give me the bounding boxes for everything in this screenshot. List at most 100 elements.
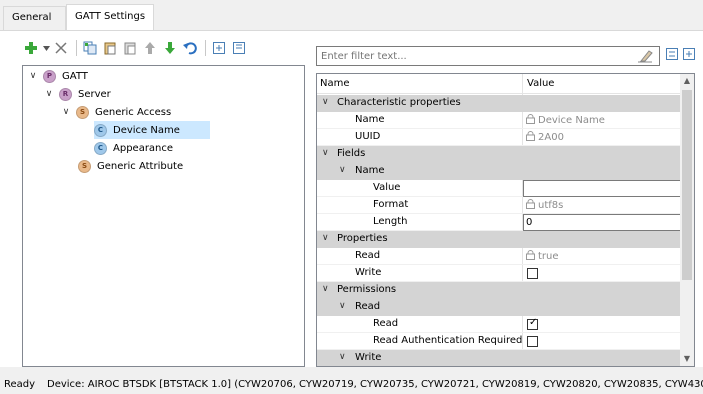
chevron-down-icon[interactable]: ∨ [322,148,329,158]
collapse-all-icon[interactable] [230,39,248,57]
property-value: Device Name [523,112,681,129]
undo-icon[interactable] [181,39,199,57]
tree-node-label: Device Name [113,124,180,136]
property-row-name[interactable]: Name Device Name [317,112,681,129]
service-badge-icon: S [78,159,91,173]
category-fields[interactable]: ∨ Fields [317,146,681,163]
vertical-scrollbar[interactable]: ▲ ▼ [680,74,694,366]
chevron-down-icon[interactable]: ∨ [27,71,39,81]
toolbar-separator [76,40,77,56]
paste-icon[interactable] [101,39,119,57]
property-row-permission-read[interactable]: Read [317,316,681,333]
chevron-down-icon[interactable]: ∨ [322,233,329,243]
property-row-value[interactable]: Value [317,180,681,197]
tab-gatt-settings[interactable]: GATT Settings [66,4,154,31]
category-label: Read [355,301,381,312]
lock-icon [526,250,535,263]
property-name: Name [355,114,385,125]
lock-icon [526,199,535,212]
tree-node-label: Appearance [113,142,174,154]
property-row-format[interactable]: Format utf8s [317,197,681,214]
property-row-read-auth[interactable]: Read Authentication Required [317,333,681,350]
category-permissions[interactable]: ∨ Permissions [317,282,681,299]
property-value: true [523,248,681,265]
characteristic-badge-icon: C [94,123,107,137]
tree-toolbar [22,38,250,58]
chevron-down-icon[interactable]: ∨ [60,107,72,117]
filter-box [316,46,660,66]
value-input[interactable] [523,180,681,197]
service-badge-icon: S [76,105,89,119]
tree-node-server[interactable]: ∨ R Server [43,85,111,103]
category-characteristic-properties[interactable]: ∨ Characteristic properties [317,95,681,112]
property-row-read[interactable]: Read true [317,248,681,265]
property-value-text: 2A00 [538,132,564,143]
property-name: Read Authentication Required [373,335,523,346]
status-state: Ready [4,379,36,390]
add-icon[interactable] [22,39,40,57]
tree-node-generic-attribute[interactable]: S Generic Attribute [78,157,183,175]
tree-node-label: Generic Access [95,106,172,118]
move-up-icon[interactable] [141,39,159,57]
chevron-down-icon[interactable]: ∨ [339,165,346,175]
delete-icon[interactable] [52,39,70,57]
filter-input[interactable] [317,47,617,65]
dropdown-arrow-icon[interactable] [42,39,50,57]
property-value: 2A00 [523,129,681,146]
property-name: Value [373,182,401,193]
tree-node-appearance[interactable]: C Appearance [94,139,173,157]
property-name: Length [373,216,408,227]
tree-node-label: Generic Attribute [97,160,184,172]
property-value: utf8s [523,197,681,214]
profile-badge-icon: P [43,69,56,83]
property-row-length[interactable]: Length 0 [317,214,681,231]
expand-all-icon[interactable] [683,48,699,64]
tree-node-label: Server [78,88,111,100]
property-grid: Name Value ∨ Characteristic properties N… [316,73,695,367]
tab-general[interactable]: General [3,6,66,30]
length-input[interactable]: 0 [523,214,681,231]
tab-bar: General GATT Settings [0,0,703,31]
toolbar-separator [205,40,206,56]
tree-node-gatt[interactable]: ∨ P GATT [27,67,88,85]
chevron-down-icon[interactable]: ∨ [322,284,329,294]
name-column-header[interactable]: Name [320,78,350,89]
move-down-icon[interactable] [161,39,179,57]
property-value-text: true [538,251,559,262]
lock-icon [526,114,535,127]
property-row-write[interactable]: Write [317,265,681,282]
category-properties[interactable]: ∨ Properties [317,231,681,248]
read-permission-checkbox[interactable] [527,317,538,330]
value-column-header[interactable]: Value [527,78,554,89]
gatt-tree[interactable]: ∨ P GATT ∨ R Server ∨ S Generic Access C… [22,65,305,367]
property-value-text: Device Name [538,115,605,126]
scroll-thumb[interactable] [682,90,692,280]
characteristic-badge-icon: C [94,141,107,155]
copy-icon[interactable] [81,39,99,57]
scroll-up-icon[interactable]: ▲ [680,74,694,88]
subcategory-read[interactable]: ∨ Read [317,299,681,316]
property-name: Write [355,267,382,278]
subcategory-name[interactable]: ∨ Name [317,163,681,180]
property-row-uuid[interactable]: UUID 2A00 [317,129,681,146]
role-badge-icon: R [59,87,72,101]
category-label: Fields [337,148,366,159]
chevron-down-icon[interactable]: ∨ [339,352,346,362]
tree-node-device-name[interactable]: C Device Name [94,121,210,139]
read-auth-required-checkbox[interactable] [527,336,538,347]
write-checkbox[interactable] [527,268,538,279]
clear-filter-icon[interactable] [637,49,653,66]
chevron-down-icon[interactable]: ∨ [322,97,329,107]
category-label: Characteristic properties [337,97,461,108]
property-value-text: utf8s [538,200,564,211]
scroll-down-icon[interactable]: ▼ [680,352,694,366]
category-label: Write [355,352,382,363]
chevron-down-icon[interactable]: ∨ [339,301,346,311]
tree-node-generic-access[interactable]: ∨ S Generic Access [60,103,171,121]
expand-all-icon[interactable] [210,39,228,57]
subcategory-write[interactable]: ∨ Write [317,350,681,366]
paste-special-icon[interactable] [121,39,139,57]
chevron-down-icon[interactable]: ∨ [43,89,55,99]
collapse-all-icon[interactable] [666,48,682,64]
gatt-settings-panel: ∨ P GATT ∨ R Server ∨ S Generic Access C… [0,31,703,367]
